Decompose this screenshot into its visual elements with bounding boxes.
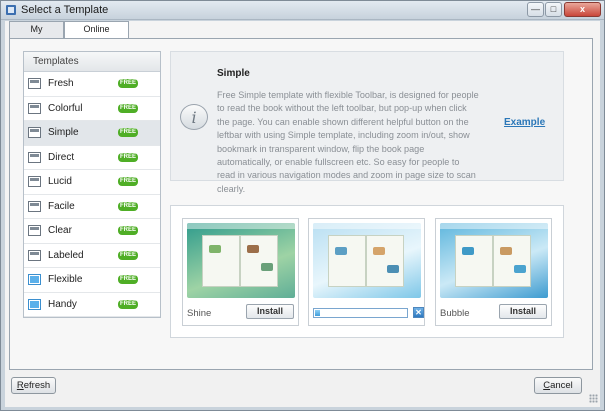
template-item-flexible[interactable]: Flexible FREE <box>24 268 160 293</box>
thumbnail-photo <box>462 247 474 255</box>
template-thumbnail <box>187 223 295 298</box>
templates-header: Templates <box>24 52 160 72</box>
template-layout-icon <box>28 200 41 212</box>
minimize-button[interactable]: — <box>527 2 544 17</box>
templates-list: Templates Fresh FREE Colorful FREE Simpl… <box>23 51 161 318</box>
template-label: Clear <box>48 225 72 236</box>
free-badge: FREE <box>118 79 138 88</box>
template-label: Simple <box>48 127 79 138</box>
thumbnail-photo <box>261 263 273 271</box>
free-badge: FREE <box>118 128 138 137</box>
resize-grip[interactable] <box>589 394 598 403</box>
template-item-fresh[interactable]: Fresh FREE <box>24 72 160 97</box>
thumbnail-page-left <box>455 235 493 287</box>
template-layout-icon <box>28 176 41 187</box>
template-name: Shine <box>187 308 212 319</box>
thumbnail-photo <box>500 247 512 255</box>
online-templates-panel: Templates Fresh FREE Colorful FREE Simpl… <box>9 38 593 370</box>
template-label: Flexible <box>48 274 83 285</box>
description-title: Simple <box>217 68 250 79</box>
thumbnail-page-right <box>366 235 404 287</box>
thumbnail-toolbar <box>440 223 548 229</box>
template-label: Lucid <box>48 176 72 187</box>
thumbnail-page-right <box>493 235 531 287</box>
template-layout-icon <box>28 151 41 163</box>
template-layout-icon <box>28 78 41 89</box>
tab-online-templates[interactable]: Online Templates <box>64 21 129 49</box>
preview-card-bubble[interactable]: Bubble Install <box>435 218 552 326</box>
thumbnail-photo <box>335 247 347 255</box>
template-label: Handy <box>48 298 77 310</box>
thumbnail-page-right <box>240 235 278 287</box>
free-badge: FREE <box>118 103 138 113</box>
example-link[interactable]: Example <box>504 117 545 128</box>
thumbnail-photo <box>514 265 526 273</box>
preview-card-shine[interactable]: Shine Install <box>182 218 299 326</box>
free-badge: FREE <box>118 226 138 235</box>
template-item-labeled[interactable]: Labeled FREE <box>24 244 160 268</box>
dialog-footer: Refresh Cancel <box>5 370 600 407</box>
free-badge: FREE <box>118 250 138 260</box>
thumbnail-photo <box>247 245 259 253</box>
free-badge: FREE <box>118 177 138 186</box>
template-previews: Shine Install ✕ Bubble Install <box>170 205 564 338</box>
template-layout-icon <box>28 225 41 236</box>
cancel-download-icon[interactable]: ✕ <box>413 307 424 318</box>
template-item-direct[interactable]: Direct FREE <box>24 146 160 170</box>
template-item-simple[interactable]: Simple FREE <box>24 121 160 146</box>
client-area: My Templates Online Templates Templates … <box>5 21 600 407</box>
template-layout-icon <box>28 298 41 310</box>
refresh-label: efresh <box>23 380 51 391</box>
free-badge: FREE <box>118 275 138 284</box>
thumbnail-photo <box>209 245 221 253</box>
template-thumbnail <box>440 223 548 298</box>
thumbnail-toolbar <box>313 223 421 229</box>
thumbnail-photo <box>387 265 399 273</box>
template-label: Direct <box>48 151 75 163</box>
template-item-colorful[interactable]: Colorful FREE <box>24 97 160 121</box>
window-title: Select a Template <box>21 4 109 16</box>
thumbnail-page-left <box>328 235 366 287</box>
free-badge: FREE <box>118 299 138 309</box>
install-button[interactable]: Install <box>246 304 294 319</box>
template-layout-icon <box>28 249 41 261</box>
download-progress-bar <box>313 308 408 318</box>
dialog-window: Select a Template — □ x My Templates Onl… <box>0 0 605 411</box>
free-badge: FREE <box>118 152 138 162</box>
template-description: i Simple Free Simple template with flexi… <box>170 51 564 194</box>
template-layout-icon <box>28 102 41 114</box>
title-bar[interactable]: Select a Template — □ x <box>1 1 604 20</box>
template-thumbnail <box>313 223 421 298</box>
thumbnail-toolbar <box>187 223 295 229</box>
progress-fill <box>315 310 320 316</box>
maximize-button[interactable]: □ <box>545 2 562 17</box>
refresh-button[interactable]: Refresh <box>11 377 56 394</box>
description-text: Free Simple template with flexible Toolb… <box>217 90 479 194</box>
thumbnail-photo <box>373 247 385 255</box>
template-name: Bubble <box>440 308 470 319</box>
tab-my-templates[interactable]: My Templates <box>9 21 64 49</box>
free-badge: FREE <box>118 201 138 211</box>
cancel-label: ancel <box>550 380 573 391</box>
cancel-button[interactable]: Cancel <box>534 377 582 394</box>
template-layout-icon <box>28 127 41 138</box>
template-label: Colorful <box>48 102 83 114</box>
template-item-clear[interactable]: Clear FREE <box>24 219 160 244</box>
template-layout-icon <box>28 274 41 285</box>
app-icon <box>6 5 16 15</box>
template-label: Fresh <box>48 78 74 89</box>
template-label: Labeled <box>48 249 84 261</box>
refresh-mnemonic: R <box>16 380 24 391</box>
preview-card-downloading[interactable]: ✕ <box>308 218 425 326</box>
thumbnail-page-left <box>202 235 240 287</box>
template-label: Facile <box>48 200 75 212</box>
template-item-handy[interactable]: Handy FREE <box>24 293 160 317</box>
template-item-lucid[interactable]: Lucid FREE <box>24 170 160 195</box>
install-button[interactable]: Install <box>499 304 547 319</box>
info-icon: i <box>180 104 208 130</box>
template-item-facile[interactable]: Facile FREE <box>24 195 160 219</box>
close-button[interactable]: x <box>564 2 601 17</box>
